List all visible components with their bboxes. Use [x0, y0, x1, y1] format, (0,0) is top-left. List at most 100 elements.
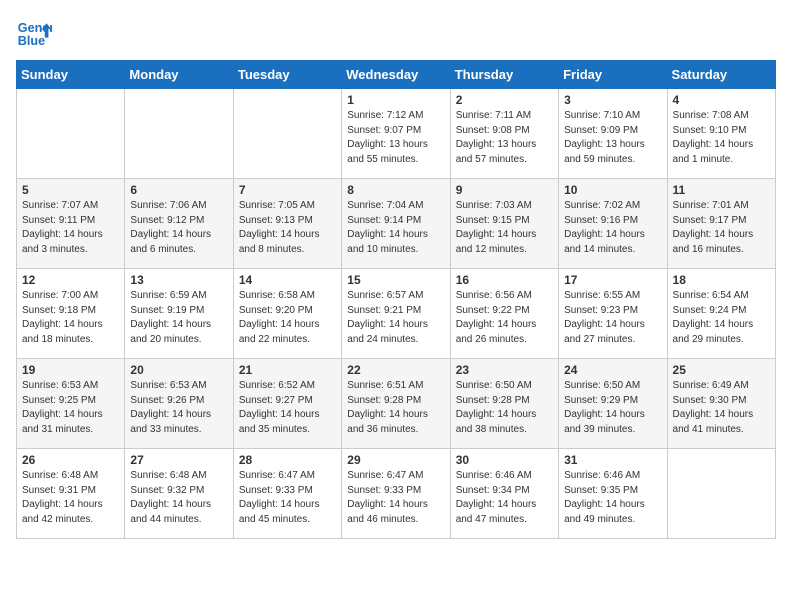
- calendar-day-16: 16 Sunrise: 6:56 AM Sunset: 9:22 PM Dayli…: [450, 269, 558, 359]
- day-info: Sunrise: 6:56 AM Sunset: 9:22 PM Dayligh…: [456, 289, 553, 347]
- day-number: 31: [564, 453, 661, 467]
- day-number: 15: [347, 273, 444, 287]
- calendar-empty: [17, 89, 125, 179]
- weekday-header-saturday: Saturday: [667, 61, 775, 89]
- calendar-day-14: 14Sunrise: 6:58 AM Sunset: 9:20 PM Dayli…: [233, 269, 341, 359]
- day-info: Sunrise: 7:00 AM Sunset: 9:18 PM Dayligh…: [22, 289, 119, 347]
- calendar-week-2: 5 Sunrise: 7:07 AM Sunset: 9:11 PM Daylig…: [17, 179, 776, 269]
- calendar-day-13: 13 Sunrise: 6:59 AM Sunset: 9:19 PM Dayli…: [125, 269, 233, 359]
- day-number: 19: [22, 363, 119, 377]
- day-number: 30: [456, 453, 553, 467]
- day-info: Sunrise: 6:48 AM Sunset: 9:32 PM Dayligh…: [130, 469, 227, 527]
- weekday-header-monday: Monday: [125, 61, 233, 89]
- calendar-day-31: 31 Sunrise: 6:46 AM Sunset: 9:35 PM Dayli…: [559, 449, 667, 539]
- day-number: 8: [347, 183, 444, 197]
- weekday-header-friday: Friday: [559, 61, 667, 89]
- calendar-week-4: 19 Sunrise: 6:53 AM Sunset: 9:25 PM Dayli…: [17, 359, 776, 449]
- day-info: Sunrise: 6:52 AM Sunset: 9:27 PM Dayligh…: [239, 379, 336, 437]
- calendar-table: SundayMondayTuesdayWednesdayThursdayFrid…: [16, 60, 776, 539]
- weekday-header-sunday: Sunday: [17, 61, 125, 89]
- calendar-day-26: 26 Sunrise: 6:48 AM Sunset: 9:31 PM Dayli…: [17, 449, 125, 539]
- calendar-day-11: 11Sunrise: 7:01 AM Sunset: 9:17 PM Dayli…: [667, 179, 775, 269]
- day-info: Sunrise: 7:01 AM Sunset: 9:17 PM Dayligh…: [673, 199, 770, 257]
- day-number: 2: [456, 93, 553, 107]
- day-info: Sunrise: 6:46 AM Sunset: 9:35 PM Dayligh…: [564, 469, 661, 527]
- calendar-day-22: 22 Sunrise: 6:51 AM Sunset: 9:28 PM Dayli…: [342, 359, 450, 449]
- day-info: Sunrise: 6:53 AM Sunset: 9:26 PM Dayligh…: [130, 379, 227, 437]
- day-number: 24: [564, 363, 661, 377]
- day-number: 20: [130, 363, 227, 377]
- calendar-day-3: 3 Sunrise: 7:10 AM Sunset: 9:09 PM Daylig…: [559, 89, 667, 179]
- day-number: 29: [347, 453, 444, 467]
- calendar-day-17: 17Sunrise: 6:55 AM Sunset: 9:23 PM Dayli…: [559, 269, 667, 359]
- calendar-day-9: 9 Sunrise: 7:03 AM Sunset: 9:15 PM Daylig…: [450, 179, 558, 269]
- day-number: 1: [347, 93, 444, 107]
- day-number: 25: [673, 363, 770, 377]
- day-info: Sunrise: 6:59 AM Sunset: 9:19 PM Dayligh…: [130, 289, 227, 347]
- calendar-day-5: 5 Sunrise: 7:07 AM Sunset: 9:11 PM Daylig…: [17, 179, 125, 269]
- day-info: Sunrise: 6:51 AM Sunset: 9:28 PM Dayligh…: [347, 379, 444, 437]
- day-info: Sunrise: 7:07 AM Sunset: 9:11 PM Dayligh…: [22, 199, 119, 257]
- day-info: Sunrise: 6:49 AM Sunset: 9:30 PM Dayligh…: [673, 379, 770, 437]
- calendar-empty: [125, 89, 233, 179]
- calendar-day-30: 30 Sunrise: 6:46 AM Sunset: 9:34 PM Dayli…: [450, 449, 558, 539]
- day-number: 13: [130, 273, 227, 287]
- calendar-week-5: 26 Sunrise: 6:48 AM Sunset: 9:31 PM Dayli…: [17, 449, 776, 539]
- logo: General Blue: [16, 16, 52, 52]
- calendar-day-18: 18Sunrise: 6:54 AM Sunset: 9:24 PM Dayli…: [667, 269, 775, 359]
- day-number: 5: [22, 183, 119, 197]
- page-header: General Blue: [16, 16, 776, 52]
- day-number: 12: [22, 273, 119, 287]
- calendar-day-15: 15 Sunrise: 6:57 AM Sunset: 9:21 PM Dayli…: [342, 269, 450, 359]
- day-number: 27: [130, 453, 227, 467]
- calendar-day-6: 6 Sunrise: 7:06 AM Sunset: 9:12 PM Daylig…: [125, 179, 233, 269]
- day-number: 16: [456, 273, 553, 287]
- calendar-empty: [233, 89, 341, 179]
- calendar-header: SundayMondayTuesdayWednesdayThursdayFrid…: [17, 61, 776, 89]
- day-info: Sunrise: 6:54 AM Sunset: 9:24 PM Dayligh…: [673, 289, 770, 347]
- calendar-day-21: 21 Sunrise: 6:52 AM Sunset: 9:27 PM Dayli…: [233, 359, 341, 449]
- day-info: Sunrise: 6:46 AM Sunset: 9:34 PM Dayligh…: [456, 469, 553, 527]
- day-info: Sunrise: 7:02 AM Sunset: 9:16 PM Dayligh…: [564, 199, 661, 257]
- day-number: 26: [22, 453, 119, 467]
- calendar-day-10: 10 Sunrise: 7:02 AM Sunset: 9:16 PM Dayli…: [559, 179, 667, 269]
- day-number: 6: [130, 183, 227, 197]
- calendar-day-1: 1 Sunrise: 7:12 AM Sunset: 9:07 PM Daylig…: [342, 89, 450, 179]
- day-info: Sunrise: 7:03 AM Sunset: 9:15 PM Dayligh…: [456, 199, 553, 257]
- calendar-week-3: 12 Sunrise: 7:00 AM Sunset: 9:18 PM Dayli…: [17, 269, 776, 359]
- day-info: Sunrise: 6:47 AM Sunset: 9:33 PM Dayligh…: [347, 469, 444, 527]
- calendar-day-19: 19 Sunrise: 6:53 AM Sunset: 9:25 PM Dayli…: [17, 359, 125, 449]
- day-info: Sunrise: 6:47 AM Sunset: 9:33 PM Dayligh…: [239, 469, 336, 527]
- calendar-day-12: 12 Sunrise: 7:00 AM Sunset: 9:18 PM Dayli…: [17, 269, 125, 359]
- day-number: 28: [239, 453, 336, 467]
- day-info: Sunrise: 6:57 AM Sunset: 9:21 PM Dayligh…: [347, 289, 444, 347]
- day-info: Sunrise: 7:12 AM Sunset: 9:07 PM Dayligh…: [347, 109, 444, 167]
- day-info: Sunrise: 7:10 AM Sunset: 9:09 PM Dayligh…: [564, 109, 661, 167]
- day-number: 21: [239, 363, 336, 377]
- day-info: Sunrise: 7:05 AM Sunset: 9:13 PM Dayligh…: [239, 199, 336, 257]
- day-number: 9: [456, 183, 553, 197]
- day-info: Sunrise: 6:50 AM Sunset: 9:28 PM Dayligh…: [456, 379, 553, 437]
- day-info: Sunrise: 6:48 AM Sunset: 9:31 PM Dayligh…: [22, 469, 119, 527]
- day-number: 23: [456, 363, 553, 377]
- calendar-empty: [667, 449, 775, 539]
- day-number: 3: [564, 93, 661, 107]
- day-number: 7: [239, 183, 336, 197]
- day-number: 17: [564, 273, 661, 287]
- day-number: 14: [239, 273, 336, 287]
- day-info: Sunrise: 7:04 AM Sunset: 9:14 PM Dayligh…: [347, 199, 444, 257]
- day-number: 10: [564, 183, 661, 197]
- day-info: Sunrise: 7:06 AM Sunset: 9:12 PM Dayligh…: [130, 199, 227, 257]
- weekday-header-tuesday: Tuesday: [233, 61, 341, 89]
- svg-text:Blue: Blue: [18, 34, 45, 48]
- day-number: 4: [673, 93, 770, 107]
- calendar-day-24: 24 Sunrise: 6:50 AM Sunset: 9:29 PM Dayli…: [559, 359, 667, 449]
- calendar-day-28: 28 Sunrise: 6:47 AM Sunset: 9:33 PM Dayli…: [233, 449, 341, 539]
- day-info: Sunrise: 6:50 AM Sunset: 9:29 PM Dayligh…: [564, 379, 661, 437]
- weekday-header-wednesday: Wednesday: [342, 61, 450, 89]
- day-number: 22: [347, 363, 444, 377]
- calendar-day-8: 8 Sunrise: 7:04 AM Sunset: 9:14 PM Daylig…: [342, 179, 450, 269]
- day-info: Sunrise: 6:53 AM Sunset: 9:25 PM Dayligh…: [22, 379, 119, 437]
- calendar-day-4: 4Sunrise: 7:08 AM Sunset: 9:10 PM Daylig…: [667, 89, 775, 179]
- calendar-week-1: 1 Sunrise: 7:12 AM Sunset: 9:07 PM Daylig…: [17, 89, 776, 179]
